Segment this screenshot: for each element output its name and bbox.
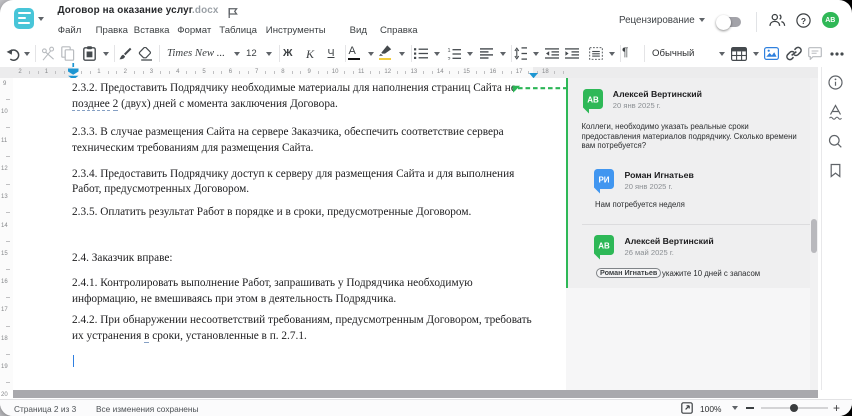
svg-text:АВ: АВ	[598, 242, 610, 251]
svg-text:РИ: РИ	[598, 176, 609, 185]
svg-text:2: 2	[448, 56, 451, 59]
svg-text:АВ: АВ	[587, 95, 599, 104]
svg-text:?: ?	[801, 15, 806, 25]
svg-text:1: 1	[448, 48, 451, 54]
